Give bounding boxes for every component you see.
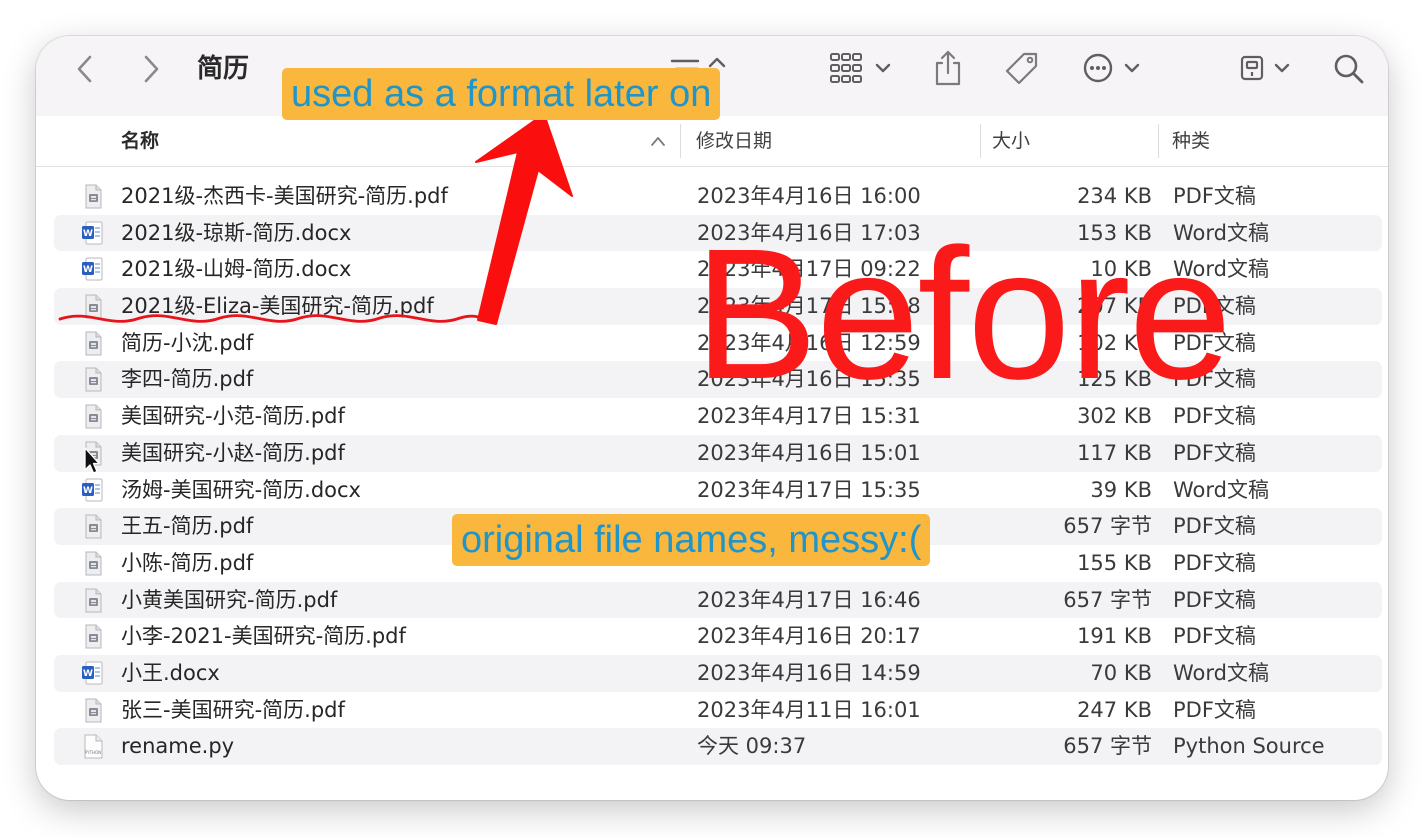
svg-text:W: W <box>83 486 93 496</box>
file-kind: PDF文稿 <box>1173 514 1256 539</box>
file-size: 657 字节 <box>1063 514 1152 539</box>
column-header: 名称 修改日期 大小 种类 <box>36 116 1388 167</box>
file-name: 王五-简历.pdf <box>121 514 254 539</box>
ellipsis-circle-icon <box>1083 53 1140 83</box>
file-name: 2021级-杰西卡-美国研究-简历.pdf <box>121 184 448 208</box>
file-name: 小陈-简历.pdf <box>121 550 254 575</box>
file-size: 657 字节 <box>1063 734 1152 759</box>
file-row[interactable]: W 汤姆-美国研究-简历.docx 2023年4月17日 15:35 39 KB Wor… <box>54 472 1382 509</box>
file-name: 汤姆-美国研究-简历.docx <box>121 477 361 502</box>
file-name: 美国研究-小赵-简历.pdf <box>121 440 345 465</box>
file-name: 张三-美国研究-简历.pdf <box>121 697 345 722</box>
file-kind: PDF文稿 <box>1173 440 1256 465</box>
file-modified: 2023年4月16日 20:17 <box>697 624 921 649</box>
svg-text:W: W <box>83 229 93 239</box>
file-size: 247 KB <box>1077 697 1152 722</box>
column-divider[interactable] <box>1158 124 1159 158</box>
file-size: 39 KB <box>1090 477 1152 502</box>
file-name: 简历-小沈.pdf <box>121 330 254 355</box>
file-size: 191 KB <box>1077 624 1152 649</box>
search-button[interactable] <box>1330 50 1368 88</box>
file-modified: 今天 09:37 <box>697 734 807 759</box>
file-modified: 2023年4月16日 14:59 <box>697 660 921 685</box>
column-kind-header[interactable]: 种类 <box>1172 116 1210 166</box>
device-button[interactable] <box>1236 50 1296 86</box>
tag-icon <box>1005 52 1038 85</box>
share-button[interactable] <box>932 48 964 88</box>
file-kind: Word文稿 <box>1173 660 1269 685</box>
file-name: rename.py <box>121 734 235 759</box>
file-name: 2021级-Eliza-美国研究-简历.pdf <box>121 294 434 319</box>
svg-text:PYTHON: PYTHON <box>85 750 101 755</box>
column-modified-header[interactable]: 修改日期 <box>696 116 772 166</box>
svg-text:W: W <box>83 669 93 679</box>
file-kind: PDF文稿 <box>1173 697 1256 722</box>
file-size: 657 字节 <box>1063 587 1152 612</box>
file-size: 70 KB <box>1090 660 1152 685</box>
file-row[interactable]: 小黄美国研究-简历.pdf 2023年4月17日 16:46 657 字节 PDF文稿 <box>54 581 1382 619</box>
file-size: 155 KB <box>1077 550 1152 575</box>
file-size: 234 KB <box>1077 184 1152 208</box>
window-title: 简历 <box>197 54 250 84</box>
group-button[interactable] <box>828 50 898 86</box>
mouse-cursor-icon <box>84 447 99 474</box>
file-kind: PDF文稿 <box>1173 184 1256 208</box>
file-name: 2021级-山姆-简历.docx <box>121 257 352 282</box>
file-name: 小黄美国研究-简历.pdf <box>121 587 338 612</box>
file-modified: 2023年4月16日 15:01 <box>697 440 921 465</box>
search-icon <box>1334 54 1364 84</box>
annotation-messy-note: original file names, messy:( <box>452 514 931 566</box>
file-row[interactable]: 美国研究-小赵-简历.pdf 2023年4月16日 15:01 117 KB PDF文… <box>54 434 1382 472</box>
file-row[interactable]: 小李-2021-美国研究-简历.pdf 2023年4月16日 20:17 191 K… <box>54 618 1382 655</box>
file-modified: 2023年4月17日 15:35 <box>697 477 921 502</box>
file-modified: 2023年4月16日 16:00 <box>697 184 921 208</box>
file-kind: Python Source <box>1173 734 1325 759</box>
file-row[interactable]: 2021级-杰西卡-美国研究-简历.pdf 2023年4月16日 16:00 234… <box>54 178 1382 215</box>
file-modified: 2023年4月11日 16:01 <box>697 697 921 722</box>
external-drive-icon <box>1240 55 1290 81</box>
file-kind: PDF文稿 <box>1173 587 1256 612</box>
forward-button[interactable] <box>136 54 166 84</box>
column-size-header[interactable]: 大小 <box>992 116 1030 166</box>
before-label: Before <box>694 211 1232 418</box>
chevron-left-icon <box>77 55 92 83</box>
column-name-header[interactable]: 名称 <box>121 116 159 166</box>
chevron-right-icon <box>144 55 159 83</box>
file-row[interactable]: PYTHON rename.py 今天 09:37 657 字节 Python Sour… <box>54 728 1382 765</box>
column-divider[interactable] <box>980 124 981 158</box>
back-button[interactable] <box>70 54 100 84</box>
file-modified: 2023年4月17日 16:46 <box>697 587 921 612</box>
grid-group-icon <box>830 53 891 83</box>
sort-ascending-icon <box>651 137 665 146</box>
file-name: 2021级-琼斯-简历.docx <box>121 220 352 245</box>
file-row[interactable]: 张三-美国研究-简历.pdf 2023年4月11日 16:01 247 KB PDF文… <box>54 692 1382 729</box>
file-kind: PDF文稿 <box>1173 624 1256 649</box>
file-row[interactable]: W 小王.docx 2023年4月16日 14:59 70 KB Word文稿 <box>54 654 1382 692</box>
column-divider[interactable] <box>680 124 681 158</box>
file-size: 117 KB <box>1077 440 1152 465</box>
more-actions-button[interactable] <box>1080 50 1146 86</box>
file-kind: Word文稿 <box>1173 477 1269 502</box>
tag-button[interactable] <box>1002 50 1042 88</box>
file-name: 小李-2021-美国研究-简历.pdf <box>121 624 406 649</box>
file-name: 李四-简历.pdf <box>121 367 254 392</box>
file-kind: PDF文稿 <box>1173 550 1256 575</box>
annotation-format-note: used as a format later on <box>282 68 721 120</box>
file-name: 美国研究-小范-简历.pdf <box>121 404 345 429</box>
finder-window: 简历 名称 修改日期 大小 种类 2021级-杰西卡-美国研究-简历.pdf 2… <box>36 36 1388 800</box>
file-name: 小王.docx <box>121 660 220 685</box>
share-icon <box>935 50 961 86</box>
svg-text:W: W <box>83 265 93 275</box>
